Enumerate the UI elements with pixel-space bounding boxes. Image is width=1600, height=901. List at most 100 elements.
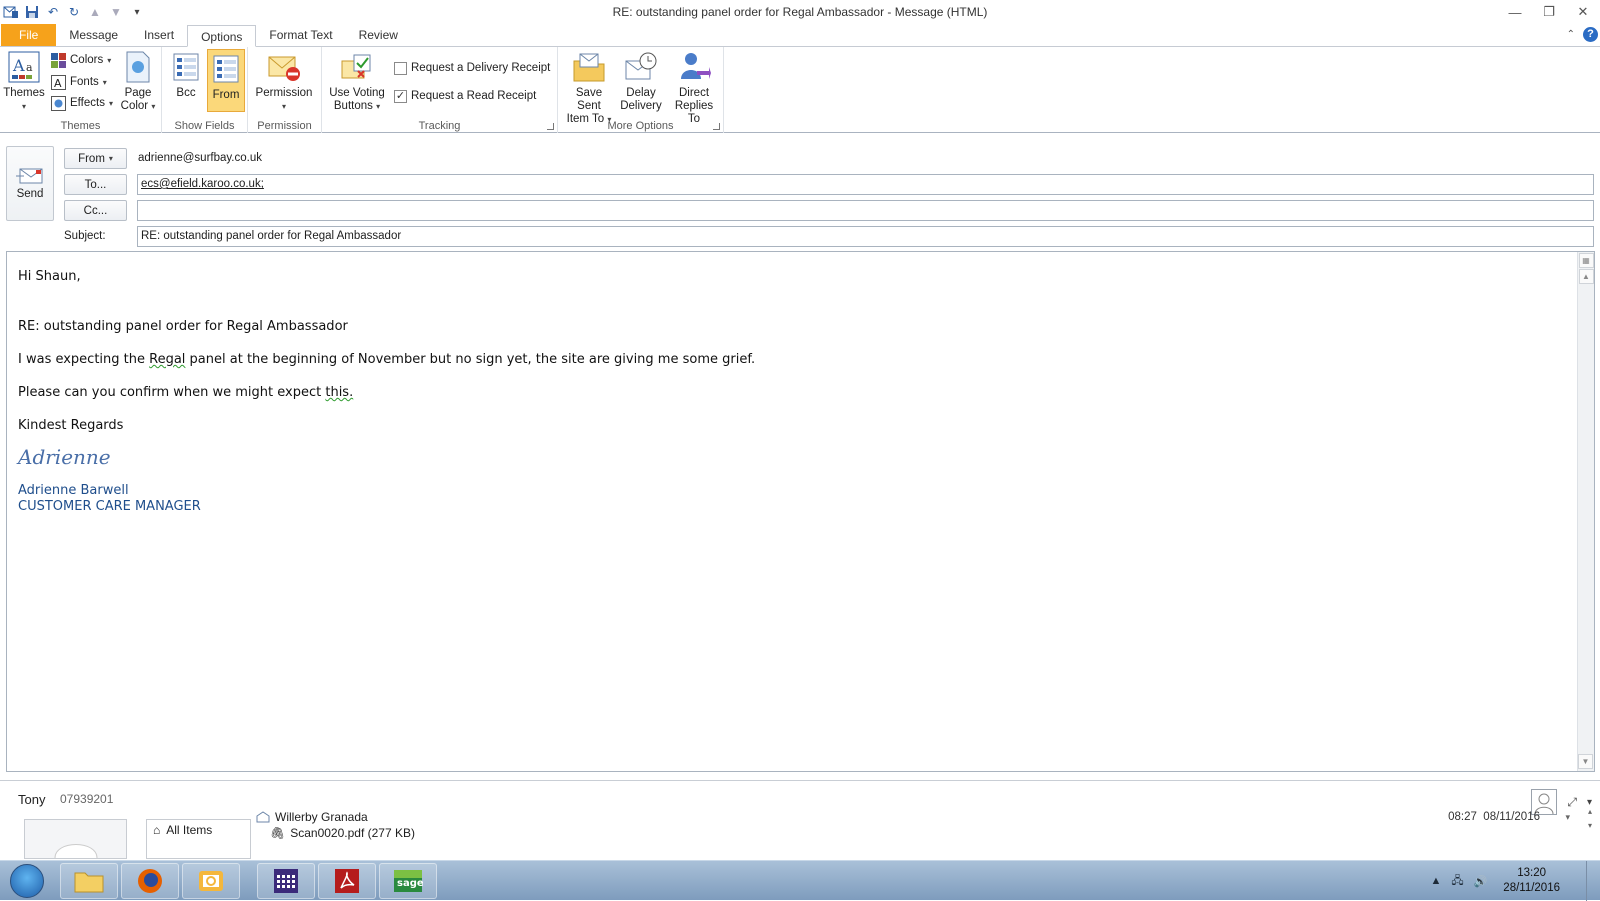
tab-message[interactable]: Message [56, 24, 131, 46]
page-color-button[interactable]: Page Color ▾ [118, 50, 158, 113]
taskbar-outlook[interactable] [182, 863, 240, 899]
clock[interactable]: 13:20 28/11/2016 [1503, 866, 1586, 896]
more-options-dialog-launcher-icon[interactable] [713, 123, 720, 130]
fonts-button[interactable]: A Fonts ▾ [51, 72, 107, 92]
list-item[interactable]: Willerby Granada [256, 809, 415, 825]
show-hidden-icons-icon[interactable]: ▲ [1430, 875, 1441, 887]
tab-file[interactable]: File [1, 24, 57, 46]
tab-review[interactable]: Review [346, 24, 411, 46]
send-button[interactable]: Send [6, 146, 54, 221]
show-desktop-button[interactable] [1586, 861, 1600, 901]
cc-button[interactable]: Cc... [64, 200, 127, 221]
delivery-receipt-check[interactable] [394, 61, 407, 75]
colors-button[interactable]: Colors ▾ [51, 50, 111, 70]
effects-button[interactable]: Effects ▾ [51, 93, 113, 113]
subject-field[interactable]: RE: outstanding panel order for Regal Am… [137, 226, 1594, 247]
to-field[interactable]: ecs@efield.karoo.co.uk; [137, 174, 1594, 195]
outlook-app-icon[interactable] [3, 4, 19, 20]
to-button[interactable]: To... [64, 174, 127, 195]
show-fields-group: Bcc From Show Fields [162, 47, 248, 133]
redo-icon[interactable]: ↻ [66, 4, 82, 20]
collapse-ribbon-icon[interactable]: ⌃ [1567, 29, 1575, 40]
collapse-pane-icon[interactable]: ▾ [1587, 797, 1592, 808]
taskbar-firefox[interactable] [121, 863, 179, 899]
firefox-icon [138, 869, 162, 893]
cc-field[interactable] [137, 200, 1594, 221]
bcc-button[interactable]: Bcc [168, 50, 204, 100]
send-icon [16, 168, 43, 183]
direct-replies-button[interactable]: Direct Replies To [668, 50, 720, 126]
all-items-nav[interactable]: ⌂ All Items [147, 820, 250, 840]
taskbar-sage[interactable]: sage [379, 863, 437, 899]
paperclip-icon: 🖇 [270, 826, 286, 840]
more-options-group-label: More Options [607, 120, 674, 132]
people-pane: Tony 07939201 ⤢ ▾ ⌂ All Items Willerby G… [0, 780, 1600, 859]
delivery-receipt-checkbox[interactable]: Request a Delivery Receipt [394, 58, 550, 78]
volume-icon[interactable]: 🔊 [1474, 875, 1488, 888]
permission-button[interactable]: Permission ▾ [254, 50, 314, 113]
close-button[interactable]: ✕ [1566, 0, 1600, 24]
person-name[interactable]: Tony [18, 792, 45, 807]
from-button[interactable]: From ▾ [64, 148, 127, 169]
more-options-group: Save Sent Item To ▾ Delay Delivery Direc… [558, 47, 724, 133]
themes-group-label: Themes [60, 120, 101, 132]
effects-icon [51, 95, 66, 111]
save-icon[interactable] [24, 4, 40, 20]
tab-format-text[interactable]: Format Text [256, 24, 345, 46]
delay-delivery-button[interactable]: Delay Delivery [618, 50, 664, 113]
scroll-up-icon[interactable]: ▲ [1578, 269, 1594, 284]
signature-name: Adrienne Barwell [18, 483, 129, 498]
list-scroll-down-icon[interactable]: ▾ [1588, 821, 1592, 830]
themes-button[interactable]: Aa Themes ▾ [3, 50, 45, 113]
paragraph-2: Please can you confirm when we might exp… [18, 385, 354, 400]
themes-icon: Aa [7, 50, 41, 84]
re-line: RE: outstanding panel order for Regal Am… [18, 319, 348, 334]
undo-icon[interactable]: ↶ [45, 4, 61, 20]
next-item-icon[interactable]: ▼ [108, 4, 124, 20]
ruler-toggle-icon[interactable]: ▦ [1578, 253, 1594, 268]
save-sent-item-button[interactable]: Save Sent Item To ▾ [564, 50, 614, 126]
attachment-item[interactable]: 🖇 Scan0020.pdf (277 KB) [256, 825, 415, 841]
previous-item-icon[interactable]: ▲ [87, 4, 103, 20]
grammar-flag[interactable]: this. [325, 385, 353, 400]
home-icon: ⌂ [153, 823, 161, 837]
tab-insert[interactable]: Insert [131, 24, 187, 46]
show-fields-group-label: Show Fields [174, 120, 235, 132]
list-scroll-up-icon[interactable]: ▴ [1588, 807, 1592, 816]
bcc-icon [169, 50, 203, 84]
from-field-button[interactable]: From [207, 49, 245, 112]
ribbon-tabs: File Message Insert Options Format Text … [0, 24, 1600, 47]
expand-icon[interactable]: ⤢ [1567, 795, 1577, 810]
to-recipient[interactable]: ecs@efield.karoo.co.uk; [141, 178, 264, 190]
spelling-flag[interactable]: Regal [149, 352, 185, 367]
windows-logo-icon [10, 864, 44, 898]
voting-buttons-icon [340, 50, 374, 84]
restore-button[interactable]: ❐ [1532, 0, 1566, 24]
help-icon[interactable]: ? [1583, 27, 1598, 42]
voting-buttons-button[interactable]: Use Voting Buttons ▾ [326, 50, 388, 113]
taskbar-adobe-reader[interactable] [318, 863, 376, 899]
customize-qat-icon[interactable]: ▾ [129, 4, 145, 20]
permission-icon [267, 50, 301, 84]
taskbar-explorer[interactable] [60, 863, 118, 899]
message-body-editor[interactable]: Hi Shaun, RE: outstanding panel order fo… [6, 251, 1595, 772]
taskbar-calendar-app[interactable] [257, 863, 315, 899]
body-scrollbar[interactable]: ▦ ▲ ▼ [1577, 252, 1594, 771]
network-icon[interactable]: 🖧 [1451, 872, 1463, 891]
minimize-button[interactable]: — [1498, 0, 1532, 24]
ribbon: Aa Themes ▾ Colors ▾ A Fonts ▾ Effects ▾ Pa… [0, 47, 1600, 133]
read-receipt-check[interactable]: ✓ [394, 89, 407, 103]
people-nav-list: ⌂ All Items [146, 819, 251, 859]
subject-label: Subject: [64, 230, 106, 242]
colors-icon [51, 52, 66, 68]
themes-group: Aa Themes ▾ Colors ▾ A Fonts ▾ Effects ▾ Pa… [0, 47, 162, 133]
tracking-dialog-launcher-icon[interactable] [547, 123, 554, 130]
quick-access-toolbar: ↶ ↻ ▲ ▼ ▾ [0, 4, 145, 20]
tab-options[interactable]: Options [187, 25, 257, 47]
scroll-down-icon[interactable]: ▼ [1578, 754, 1593, 769]
permission-group: Permission ▾ Permission [248, 47, 322, 133]
item-dropdown-icon[interactable]: ▾ [1565, 812, 1570, 823]
start-button[interactable] [4, 862, 50, 900]
message-body[interactable]: Hi Shaun, RE: outstanding panel order fo… [18, 269, 755, 514]
read-receipt-checkbox[interactable]: ✓ Request a Read Receipt [394, 86, 536, 106]
